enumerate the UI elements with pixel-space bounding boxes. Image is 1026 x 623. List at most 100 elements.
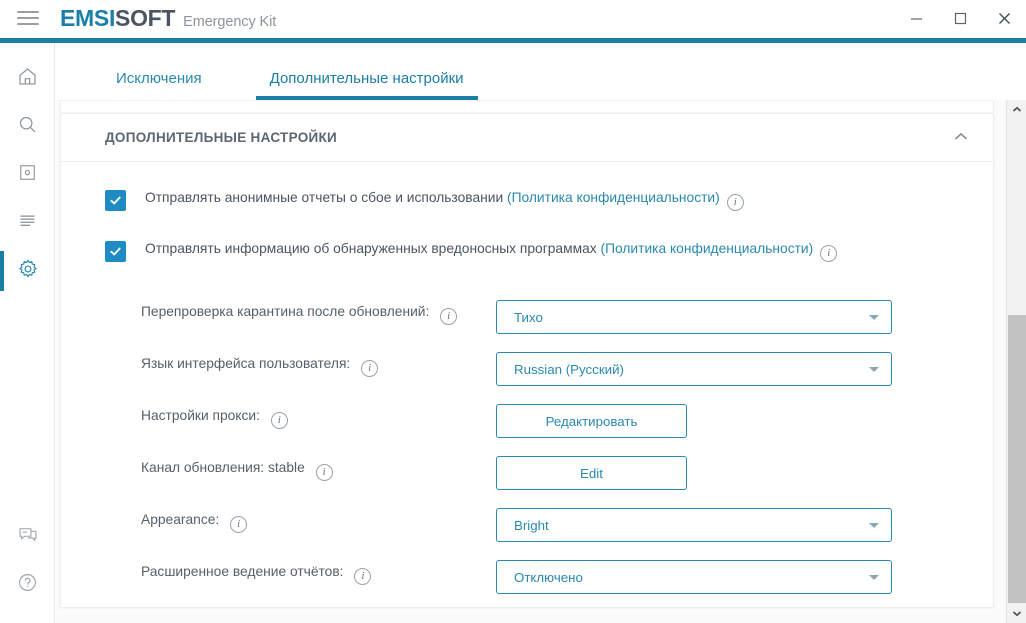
minimize-button[interactable] [894, 0, 938, 36]
search-icon [17, 114, 38, 140]
select-appearance[interactable]: Bright [496, 508, 892, 542]
vertical-scrollbar[interactable] [1006, 100, 1026, 623]
tab-bar: Исключения Дополнительные настройки [56, 43, 1026, 100]
privacy-policy-link[interactable]: (Политика конфиденциальности) [600, 241, 813, 256]
sidebar-item-settings[interactable] [0, 247, 55, 295]
brand-logo: EMSI SOFT [60, 5, 175, 32]
setting-control-appearance: Bright [496, 508, 892, 542]
sidebar-item-home[interactable] [0, 55, 55, 103]
hamburger-menu-icon[interactable] [0, 0, 56, 36]
select-rescan-quarantine[interactable]: Тихо [496, 300, 892, 334]
tab-advanced-settings[interactable]: Дополнительные настройки [255, 70, 478, 100]
setting-control-rescan-quarantine: Тихо [496, 300, 892, 334]
setting-label-text: Канал обновления: stable [141, 460, 305, 475]
sidebar-item-support[interactable] [0, 513, 55, 561]
sidebar-rail [0, 43, 55, 623]
info-icon[interactable]: i [440, 308, 458, 325]
sidebar-item-quarantine[interactable] [0, 151, 55, 199]
setting-control-ui-language: Russian (Русский) [496, 352, 892, 386]
setting-row-rescan-quarantine: Перепроверка карантина после обновлений:… [61, 300, 993, 352]
info-icon[interactable]: i [354, 568, 372, 585]
app-brand: EMSI SOFT Emergency Kit [60, 5, 276, 32]
brand-primary: EMSI [60, 4, 116, 31]
select-value: Russian (Русский) [514, 361, 624, 377]
brand-secondary: SOFT [115, 4, 176, 31]
setting-control-update-channel: Edit [496, 456, 687, 490]
chevron-down-icon [869, 367, 879, 372]
sidebar-item-logs[interactable] [0, 199, 55, 247]
info-icon[interactable]: i [230, 516, 248, 533]
sidebar-bottom-group [0, 513, 55, 609]
logs-icon [17, 210, 38, 236]
hamburger-bar [17, 17, 39, 19]
scroll-down-button[interactable] [1007, 604, 1026, 623]
advanced-settings-card: ДОПОЛНИТЕЛЬНЫЕ НАСТРОЙКИ Отправлять анон… [60, 113, 994, 608]
setting-control-extended-logging: Отключено [496, 560, 892, 594]
chat-icon [18, 525, 38, 550]
setting-label-ui-language: Язык интерфейса пользователя: i [141, 352, 486, 377]
setting-row-extended-logging: Расширенное ведение отчётов: i Отключено [61, 560, 993, 612]
checkbox-malware-info[interactable] [105, 240, 126, 262]
hamburger-bar [17, 11, 39, 13]
setting-label-text: Расширенное ведение отчётов: [141, 564, 344, 579]
sidebar-item-help[interactable] [0, 561, 55, 609]
quarantine-icon [18, 163, 37, 187]
info-icon[interactable]: i [270, 412, 288, 429]
checkbox-row-anonymous-reports: Отправлять анонимные отчеты о сбое и исп… [61, 182, 993, 218]
select-value: Тихо [514, 309, 543, 325]
maximize-button[interactable] [938, 0, 982, 36]
checkbox-text: Отправлять анонимные отчеты о сбое и исп… [145, 189, 507, 205]
info-icon[interactable]: i [726, 193, 744, 211]
tab-exclusions[interactable]: Исключения [102, 70, 216, 100]
setting-label-proxy-settings: Настройки прокси: i [141, 404, 486, 429]
content-bottom-fill [56, 609, 1006, 623]
select-value: Bright [514, 517, 549, 533]
checkbox-label-malware-info: Отправлять информацию об обнаруженных вр… [145, 240, 838, 262]
card-header: ДОПОЛНИТЕЛЬНЫЕ НАСТРОЙКИ [61, 114, 993, 162]
setting-row-update-channel: Канал обновления: stable i Edit [61, 456, 993, 508]
info-icon[interactable]: i [315, 464, 333, 481]
application-window: EMSI SOFT Emergency Kit Исключения Допол… [0, 0, 1026, 623]
setting-row-proxy-settings: Настройки прокси: i Редактировать [61, 404, 993, 456]
setting-label-update-channel: Канал обновления: stable i [141, 456, 486, 481]
gear-icon [17, 258, 39, 285]
setting-label-extended-logging: Расширенное ведение отчётов: i [141, 560, 486, 585]
card-body: Отправлять анонимные отчеты о сбое и исп… [61, 162, 993, 612]
setting-label-text: Язык интерфейса пользователя: [141, 356, 351, 371]
brand-subtitle: Emergency Kit [183, 13, 277, 30]
chevron-up-icon[interactable] [953, 130, 969, 148]
select-value: Отключено [514, 569, 583, 585]
edit-update-channel-button[interactable]: Edit [496, 456, 687, 490]
chevron-down-icon [869, 315, 879, 320]
setting-row-ui-language: Язык интерфейса пользователя: i Russian … [61, 352, 993, 404]
checkbox-row-malware-info: Отправлять информацию об обнаруженных вр… [61, 233, 993, 269]
setting-control-proxy-settings: Редактировать [496, 404, 687, 438]
info-icon[interactable]: i [820, 244, 838, 262]
edit-proxy-button[interactable]: Редактировать [496, 404, 687, 438]
scrollbar-thumb[interactable] [1008, 315, 1026, 603]
rail-top-spacer [0, 43, 54, 55]
select-extended-logging[interactable]: Отключено [496, 560, 892, 594]
sidebar-item-scan[interactable] [0, 103, 55, 151]
previous-card-sliver [60, 100, 994, 112]
hamburger-bar [17, 23, 39, 25]
close-button[interactable] [982, 0, 1026, 36]
help-icon [17, 572, 38, 598]
setting-row-appearance: Appearance: i Bright [61, 508, 993, 560]
chevron-down-icon [869, 575, 879, 580]
checkbox-label-anonymous-reports: Отправлять анонимные отчеты о сбое и исп… [145, 190, 744, 211]
setting-label-text: Настройки прокси: [141, 408, 260, 423]
info-icon[interactable]: i [361, 360, 379, 377]
page-title: ДОПОЛНИТЕЛЬНЫЕ НАСТРОЙКИ [105, 130, 338, 145]
checkbox-anonymous-reports[interactable] [105, 189, 126, 211]
settings-content-area: ДОПОЛНИТЕЛЬНЫЕ НАСТРОЙКИ Отправлять анон… [56, 100, 1006, 623]
chevron-down-icon [869, 523, 879, 528]
select-ui-language[interactable]: Russian (Русский) [496, 352, 892, 386]
title-bar: EMSI SOFT Emergency Kit [0, 0, 1026, 36]
scroll-up-button[interactable] [1007, 100, 1026, 119]
privacy-policy-link[interactable]: (Политика конфиденциальности) [507, 190, 720, 205]
checkbox-text: Отправлять информацию об обнаруженных вр… [145, 240, 601, 256]
setting-label-text: Appearance: [141, 512, 220, 527]
home-icon [17, 66, 38, 92]
window-controls [894, 0, 1026, 36]
